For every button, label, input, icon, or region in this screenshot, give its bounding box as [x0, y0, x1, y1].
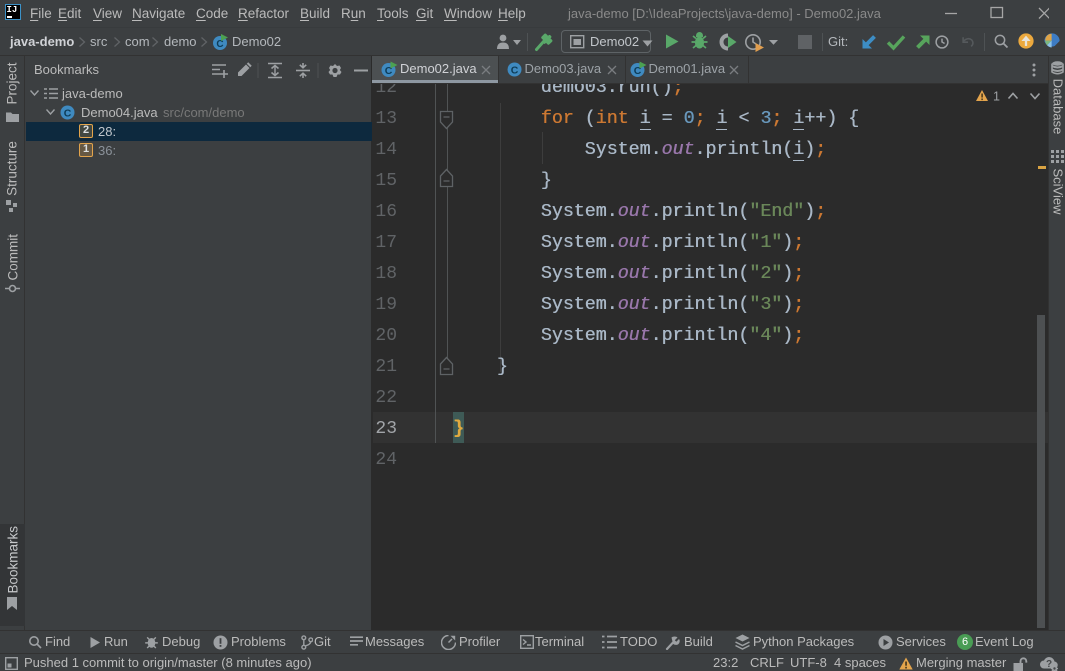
svg-text:C: C — [510, 65, 518, 77]
svg-text:1: 1 — [993, 90, 1000, 104]
svg-text:C: C — [216, 39, 223, 50]
svg-text:C: C — [64, 108, 72, 120]
